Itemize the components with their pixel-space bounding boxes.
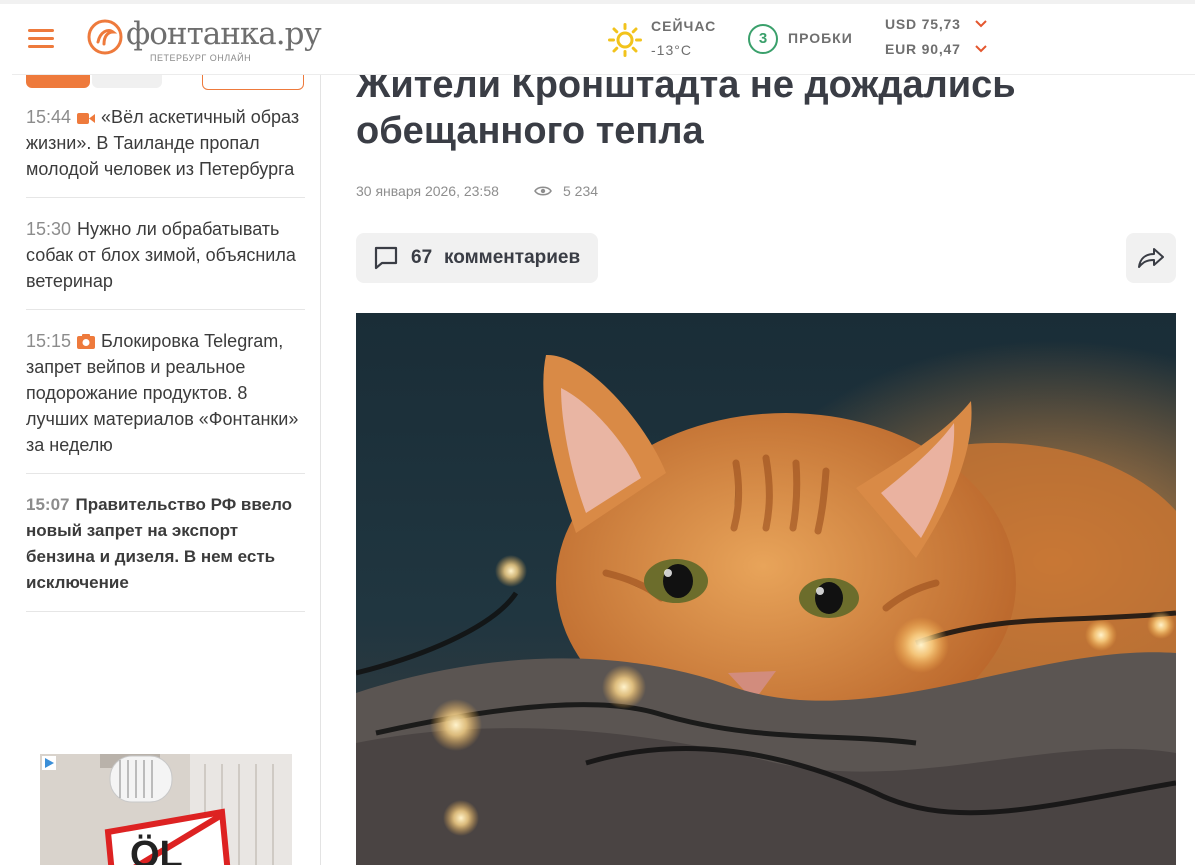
news-item[interactable]: 15:15 Блокировка Telegram, запрет вейпов … <box>26 328 305 474</box>
news-time: 15:30 <box>26 219 72 239</box>
rate-eur[interactable]: EUR 90,47 <box>885 41 995 66</box>
logo-name: фонтанка.ру <box>126 16 322 52</box>
traffic-label: ПРОБКИ <box>788 30 853 46</box>
video-icon <box>77 113 96 124</box>
site-header: фонтанка.ру ПЕТЕРБУРГ ОНЛАЙН СЕЙЧАС -13°… <box>12 4 1195 75</box>
comments-button[interactable]: 67 комментариев <box>356 233 598 283</box>
weather-label: СЕЙЧАС <box>651 18 717 34</box>
article: Жители Кронштадта не дождались обещанног… <box>356 0 1176 865</box>
comments-count: 67 <box>411 247 433 268</box>
ad-choices-icon[interactable] <box>42 756 56 770</box>
camera-icon <box>77 334 96 349</box>
share-icon <box>1138 248 1164 268</box>
article-views: 5 234 <box>563 183 599 199</box>
news-item[interactable]: 15:44 «Вёл аскетичный образ жизни». В Таи… <box>26 104 305 198</box>
logo-emblem-icon <box>87 19 123 55</box>
logo-subtitle: ПЕТЕРБУРГ ОНЛАЙН <box>150 53 252 63</box>
article-meta: 30 января 2026, 23:58 5 234 <box>356 183 598 199</box>
rate-usd-value: USD 75,73 <box>885 16 961 32</box>
news-item[interactable]: 15:30 Нужно ли обрабатывать собак от блох… <box>26 216 305 310</box>
article-date: 30 января 2026, 23:58 <box>356 183 499 199</box>
feed-tab[interactable] <box>92 74 162 88</box>
news-list: 15:44 «Вёл аскетичный образ жизни». В Таи… <box>26 104 305 630</box>
site-logo[interactable]: фонтанка.ру ПЕТЕРБУРГ ОНЛАЙН <box>86 16 322 64</box>
news-item[interactable]: 15:07 Правительство РФ ввело новый запрет… <box>26 492 305 612</box>
menu-icon[interactable] <box>28 29 54 49</box>
sun-icon <box>608 23 642 57</box>
weather-temperature: -13°C <box>651 42 692 58</box>
feed-tab-active[interactable] <box>26 74 90 88</box>
currency-rates: USD 75,73 EUR 90,47 <box>885 16 995 66</box>
news-time: 15:44 <box>26 107 72 127</box>
chevron-down-icon <box>975 20 987 28</box>
news-time: 15:07 <box>26 495 70 514</box>
ad-label: ÖL <box>130 834 183 865</box>
rate-eur-value: EUR 90,47 <box>885 41 961 57</box>
share-button[interactable] <box>1126 233 1176 283</box>
news-time: 15:15 <box>26 331 72 351</box>
rate-usd[interactable]: USD 75,73 <box>885 16 995 41</box>
feed-tab-outline[interactable] <box>202 74 304 90</box>
comments-label: комментариев <box>444 247 581 268</box>
article-photo[interactable] <box>356 313 1176 865</box>
traffic-level-badge: 3 <box>748 24 778 54</box>
article-title: Жители Кронштадта не дождались обещанног… <box>356 64 1016 152</box>
eye-icon <box>534 186 552 196</box>
news-feed-sidebar: 15:44 «Вёл аскетичный образ жизни». В Таи… <box>12 74 321 865</box>
chevron-down-icon <box>975 45 987 53</box>
cat-photo-image <box>356 313 1176 865</box>
comment-icon <box>374 246 398 270</box>
advertisement-banner[interactable]: ÖL <box>40 754 292 865</box>
